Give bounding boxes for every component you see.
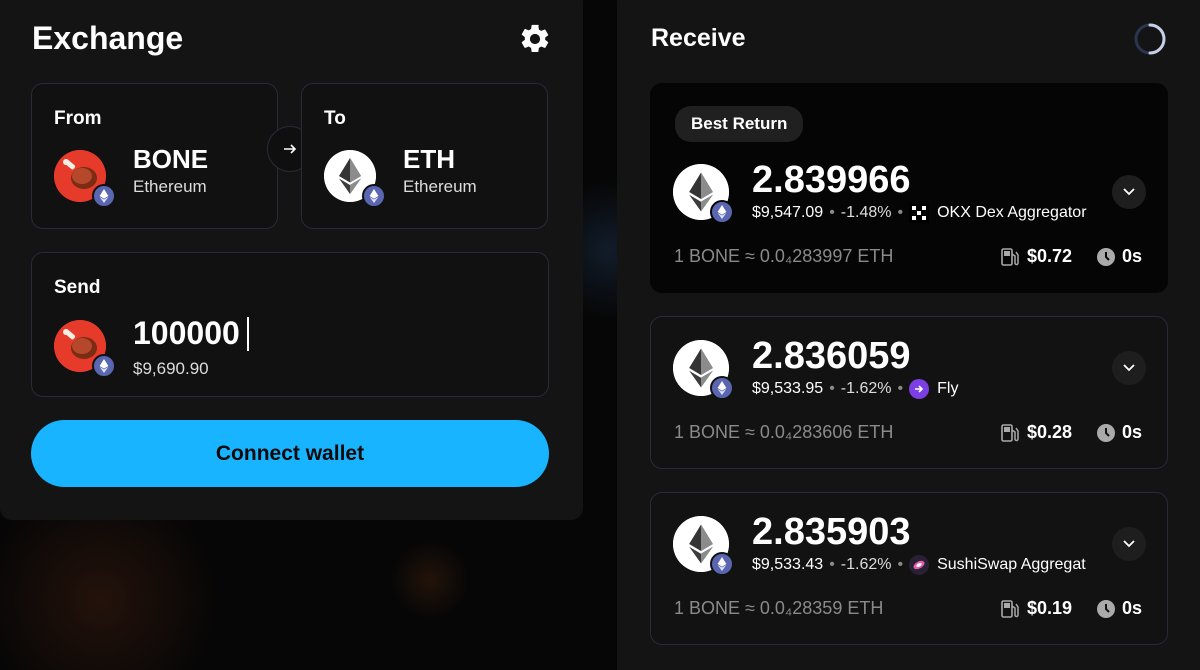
loading-spinner-icon: [1134, 23, 1166, 55]
from-token-selector[interactable]: From BONE Ethereum: [31, 83, 278, 229]
to-label: To: [324, 108, 346, 129]
time-value: 0s: [1122, 422, 1143, 442]
gas-fee-value: $0.28: [1027, 422, 1073, 442]
send-label: Send: [54, 277, 101, 298]
gas-fee-value: $0.19: [1027, 598, 1073, 618]
ethereum-chain-badge-icon: [362, 184, 386, 208]
expand-quote-button[interactable]: [1112, 175, 1146, 209]
expand-quote-button[interactable]: [1112, 527, 1146, 561]
gas-fee-value: $0.72: [1027, 246, 1073, 266]
fly-logo-icon: [909, 379, 930, 399]
chevron-down-icon: [1123, 364, 1135, 372]
aggregator-name: Fly: [937, 380, 959, 397]
time-value: 0s: [1122, 246, 1143, 266]
to-token-symbol: ETH: [403, 144, 455, 174]
gas-pump-icon: [1001, 423, 1019, 442]
quote-usd: $9,533.43: [752, 556, 824, 573]
quote-change: -1.62%: [840, 380, 892, 397]
gear-icon[interactable]: [518, 22, 552, 56]
expand-quote-button[interactable]: [1112, 351, 1146, 385]
send-usd-value: $9,690.90: [133, 359, 209, 378]
estimated-time: 0s: [1096, 422, 1142, 443]
quote-usd: $9,533.95: [752, 380, 824, 397]
from-token-chain: Ethereum: [133, 177, 207, 196]
time-value: 0s: [1122, 598, 1143, 618]
gas-pump-icon: [1001, 599, 1019, 618]
quote-amount: 2.836059: [752, 335, 911, 377]
sushiswap-logo-icon: [909, 555, 930, 575]
aggregator-name: SushiSwap Aggregat: [937, 556, 1086, 573]
from-token-symbol: BONE: [133, 144, 209, 174]
quote-details: $9,533.95 • -1.62% • Fly: [752, 379, 959, 399]
exchange-rate: 1 BONE ≈ 0.0₄283606 ETH: [674, 422, 894, 442]
exchange-rate: 1 BONE ≈ 0.0₄28359 ETH: [674, 598, 884, 618]
ethereum-chain-badge-icon: [710, 376, 734, 400]
quote-card[interactable]: 2.835903 $9,533.43 • -1.62% • SushiSwap …: [650, 492, 1168, 645]
quote-amount: 2.839966: [752, 159, 911, 201]
quote-details: $9,547.09 • -1.48% • OKX Dex Aggregator: [752, 203, 1087, 223]
gas-fee: $0.28: [1001, 422, 1072, 443]
best-return-badge: Best Return: [675, 106, 804, 142]
to-token-selector[interactable]: To ETH Ethereum: [301, 83, 548, 229]
from-label: From: [54, 108, 102, 129]
ethereum-chain-badge-icon: [710, 552, 734, 576]
estimated-time: 0s: [1096, 598, 1142, 619]
quote-details: $9,533.43 • -1.62% • SushiSwap Aggregat: [752, 555, 1086, 575]
quote-card[interactable]: 2.836059 $9,533.95 • -1.62% • Fly 1 BONE…: [650, 316, 1168, 469]
send-amount-box: Send $9,690.90: [31, 252, 549, 397]
quote-card-best[interactable]: Best Return 2.839966 $9,547.09 • -1.48% …: [650, 83, 1168, 293]
connect-wallet-button[interactable]: Connect wallet: [31, 420, 549, 487]
gas-fee: $0.72: [1001, 246, 1072, 267]
ethereum-chain-badge-icon: [710, 200, 734, 224]
to-token-chain: Ethereum: [403, 177, 477, 196]
okx-logo-icon: [909, 203, 930, 223]
text-caret: [247, 317, 249, 351]
chevron-down-icon: [1123, 540, 1135, 548]
ethereum-chain-badge-icon: [92, 354, 116, 378]
quote-change: -1.62%: [840, 556, 892, 573]
exchange-rate: 1 BONE ≈ 0.0₄283997 ETH: [674, 246, 894, 266]
clock-icon: [1097, 423, 1115, 442]
chevron-down-icon: [1123, 188, 1135, 196]
quote-change: -1.48%: [840, 204, 892, 221]
clock-icon: [1097, 247, 1115, 266]
page-title: Exchange: [32, 20, 184, 56]
ethereum-chain-badge-icon: [92, 184, 116, 208]
arrow-right-icon: [284, 144, 297, 154]
receive-panel: Receive Best Return 2.839966 $9,547.09 •…: [617, 0, 1200, 670]
aggregator-name: OKX Dex Aggregator: [937, 204, 1087, 221]
clock-icon: [1097, 599, 1115, 618]
receive-title: Receive: [651, 24, 746, 52]
estimated-time: 0s: [1096, 246, 1142, 267]
quote-usd: $9,547.09: [752, 204, 824, 221]
gas-pump-icon: [1001, 247, 1019, 266]
exchange-panel: Exchange From BONE Ethereum To ETH Ether…: [0, 0, 583, 520]
quote-amount: 2.835903: [752, 511, 911, 553]
gas-fee: $0.19: [1001, 598, 1072, 619]
send-amount-input[interactable]: [133, 315, 433, 352]
